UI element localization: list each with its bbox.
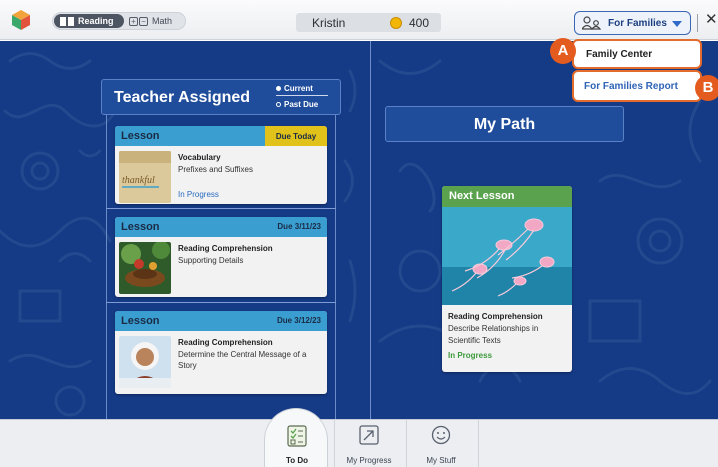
chevron-down-icon <box>672 21 682 27</box>
empty-dot-icon <box>276 102 281 107</box>
callout-a-badge: A <box>550 38 576 64</box>
legend-current[interactable]: Current <box>276 84 313 93</box>
next-lesson-title: Reading Comprehension <box>448 312 543 321</box>
list-divider <box>106 208 336 209</box>
smiley-icon <box>431 425 451 445</box>
card-type: Lesson <box>121 221 160 233</box>
legend-current-label: Current <box>284 84 313 93</box>
lesson-thumbnail <box>119 336 171 388</box>
lesson-thumbnail <box>119 242 171 294</box>
for-families-button[interactable]: For Families <box>574 11 691 35</box>
legend-past-due-label: Past Due <box>284 100 319 109</box>
app-logo-icon[interactable] <box>10 9 32 31</box>
legend-past-due[interactable]: Past Due <box>276 100 318 109</box>
due-date: Due 3/12/23 <box>276 316 321 325</box>
checklist-icon <box>287 425 307 447</box>
my-path-header: My Path <box>385 106 624 142</box>
nav-to-do-label: To Do <box>285 456 309 465</box>
subject-tab-reading[interactable]: Reading <box>54 14 124 28</box>
lesson-card[interactable]: Lesson Due 3/12/23 Reading Comprehension… <box>115 311 327 394</box>
subject-switcher: Reading + − Math <box>52 12 186 30</box>
coin-count: 400 <box>409 16 430 30</box>
list-divider <box>106 302 336 303</box>
nav-my-stuff[interactable]: My Stuff <box>406 419 476 467</box>
card-header: Lesson Due Today <box>115 126 327 146</box>
panel-divider <box>370 41 371 419</box>
coin-icon <box>390 17 402 29</box>
card-subtitle: Prefixes and Suffixes <box>178 165 254 174</box>
nav-my-stuff-label: My Stuff <box>426 456 456 465</box>
next-lesson-status: In Progress <box>448 351 493 360</box>
jellyfish-image <box>442 207 572 305</box>
for-families-label: For Families <box>608 17 667 29</box>
progress-arrow-icon <box>359 425 379 445</box>
legend-divider <box>276 95 328 96</box>
teacher-assigned-title: Teacher Assigned <box>114 89 251 106</box>
topbar-divider <box>697 14 698 32</box>
card-header: Lesson Due 3/11/23 <box>115 217 327 237</box>
card-title: Vocabulary <box>178 153 221 162</box>
lesson-thumbnail: thankful <box>119 151 171 203</box>
subject-math-label: Math <box>152 16 173 26</box>
lesson-card[interactable]: Lesson Due 3/11/23 Reading Comprehension… <box>115 217 327 297</box>
due-badge: Due Today <box>265 126 327 146</box>
nav-divider <box>478 419 479 467</box>
due-date: Due 3/11/23 <box>277 222 321 231</box>
bird-nest-image <box>119 242 171 294</box>
card-subtitle: Determine the Central Message of a Story <box>178 350 307 370</box>
close-icon[interactable]: ✕ <box>705 10 718 28</box>
nav-my-progress-label: My Progress <box>346 456 392 465</box>
family-center-label: Family Center <box>586 49 653 60</box>
my-path-title: My Path <box>473 116 536 133</box>
subject-tab-math[interactable]: + − Math <box>129 14 185 28</box>
nav-to-do[interactable]: To Do <box>262 419 332 467</box>
card-type: Lesson <box>121 130 160 142</box>
card-status: In Progress <box>178 190 219 199</box>
subject-reading-label: Reading <box>78 16 114 26</box>
thumb-word: thankful <box>122 175 155 186</box>
teacher-assigned-header: Teacher Assigned Current Past Due <box>101 79 341 115</box>
user-name: Kristin <box>312 16 346 30</box>
family-icon <box>582 16 602 30</box>
for-families-report-label: For Families Report <box>584 81 678 92</box>
next-lesson-card[interactable]: Next Lesson Reading Comprehension Descri… <box>442 186 572 372</box>
card-header: Lesson Due 3/12/23 <box>115 311 327 331</box>
vocabulary-image: thankful <box>119 151 171 203</box>
next-lesson-subtitle: Describe Relationships in Scientific Tex… <box>448 324 539 345</box>
filled-dot-icon <box>276 86 281 91</box>
menu-item-for-families-report[interactable]: For Families Report <box>572 70 702 102</box>
next-lesson-label: Next Lesson <box>449 190 515 202</box>
story-character-image <box>119 336 171 388</box>
plus-minus-icon: + − <box>129 16 148 26</box>
card-subtitle: Supporting Details <box>178 256 244 265</box>
next-lesson-header: Next Lesson <box>442 186 572 207</box>
user-info: Kristin 400 <box>296 13 441 32</box>
card-title: Reading Comprehension <box>178 338 273 347</box>
lesson-card[interactable]: Lesson Due Today thankful Vocabulary Pre… <box>115 126 327 204</box>
card-type: Lesson <box>121 315 160 327</box>
top-bar: Reading + − Math Kristin 400 For Families… <box>0 0 718 40</box>
nav-my-progress[interactable]: My Progress <box>334 419 404 467</box>
menu-item-family-center[interactable]: Family Center <box>572 39 702 69</box>
card-title: Reading Comprehension <box>178 244 273 253</box>
callout-b-badge: B <box>695 75 718 101</box>
book-icon <box>60 16 74 26</box>
